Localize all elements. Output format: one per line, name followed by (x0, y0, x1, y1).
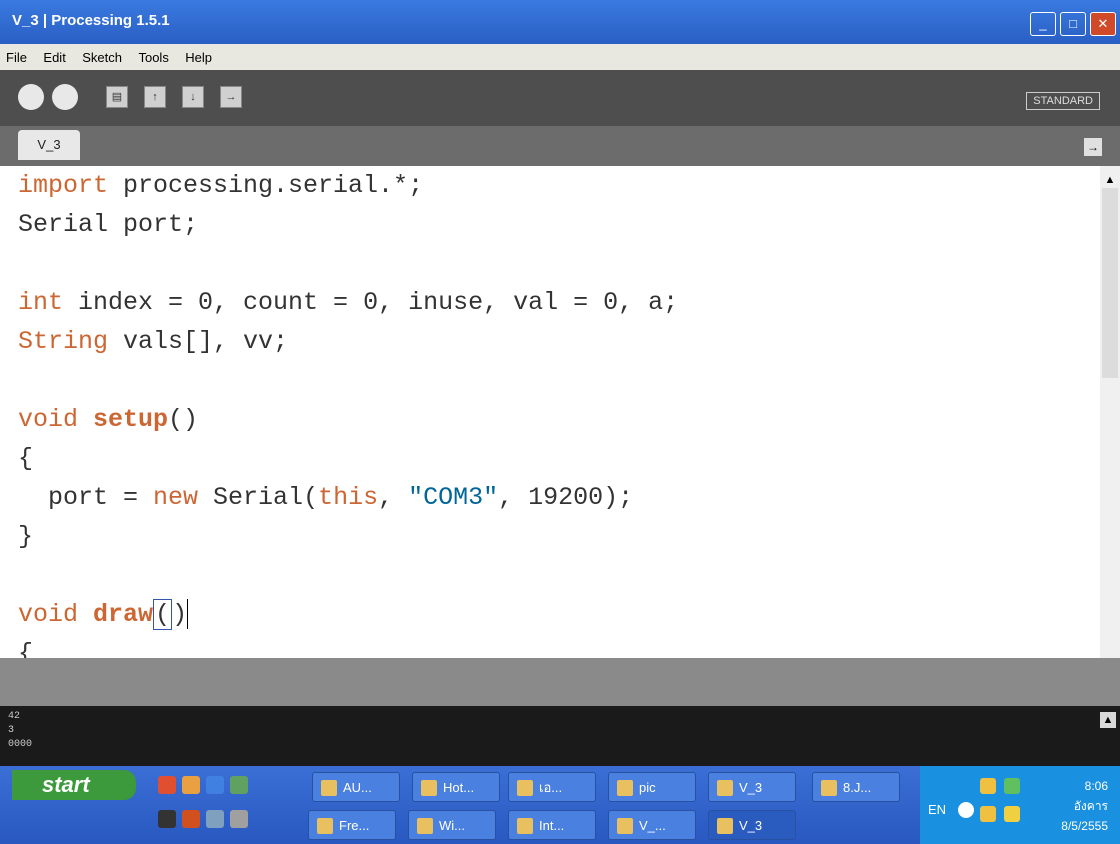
folder-icon (617, 780, 633, 796)
kw-import: import (18, 171, 109, 200)
stop-button[interactable] (52, 84, 78, 110)
menu-help[interactable]: Help (179, 44, 218, 65)
taskbar-item[interactable]: 8.J... (812, 772, 900, 802)
run-button[interactable] (18, 84, 44, 110)
media-icon[interactable] (230, 810, 248, 828)
code-editor[interactable]: import processing.serial.*; Serial port;… (0, 166, 1120, 668)
tab-bar: V_3 → (0, 126, 1120, 166)
paint-icon[interactable] (206, 810, 224, 828)
folder-icon[interactable] (182, 776, 200, 794)
connection-icon[interactable] (980, 806, 996, 822)
network-icon (517, 818, 533, 834)
code-line-7: void setup() (18, 405, 199, 434)
scroll-thumb[interactable] (1102, 188, 1118, 378)
taskbar-item[interactable]: Wi... (408, 810, 496, 840)
menu-sketch[interactable]: Sketch (76, 44, 128, 65)
minimize-button[interactable]: _ (1030, 12, 1056, 36)
clock-date: 8/5/2555 (1061, 819, 1108, 833)
document-icon (517, 780, 533, 796)
window-title: V_3 | Processing 1.5.1 (12, 12, 170, 29)
ie-icon (321, 780, 337, 796)
chrome-icon[interactable] (158, 776, 176, 794)
menu-bar: File Edit Sketch Tools Help (0, 44, 1120, 70)
taskbar-item-active[interactable]: V_3 (708, 810, 796, 840)
text-cursor (187, 599, 189, 630)
close-button[interactable]: ✕ (1090, 12, 1116, 36)
console-scroll-up-icon[interactable]: ▲ (1100, 712, 1116, 728)
title-bar: V_3 | Processing 1.5.1 _ □ ✕ (0, 0, 1120, 44)
taskbar-item[interactable]: Hot... (412, 772, 500, 802)
save-icon[interactable]: ↓ (182, 86, 204, 108)
quick-launch-icon[interactable] (158, 810, 176, 828)
taskbar-item[interactable]: AU... (312, 772, 400, 802)
menu-file[interactable]: File (0, 44, 33, 65)
processing-icon (717, 818, 733, 834)
code-line-9: port = new Serial(this, "COM3", 19200); (18, 483, 634, 512)
console-line: 42 (8, 711, 21, 722)
code-line-8: { (18, 444, 34, 473)
message-area (0, 658, 1120, 706)
export-icon[interactable]: → (220, 86, 242, 108)
mode-selector[interactable]: STANDARD (1026, 92, 1100, 110)
chevron-left-icon[interactable] (958, 802, 974, 818)
code-line-2: Serial port; (18, 210, 199, 239)
taskbar-item[interactable]: Fre... (308, 810, 396, 840)
clock[interactable]: 8:06 อังคาร 8/5/2555 (1061, 776, 1108, 836)
taskbar-item[interactable]: Int... (508, 810, 596, 840)
picture-icon (417, 818, 433, 834)
taskbar: start AU... Hot... เอ... pic V_3 8.J... … (0, 766, 1120, 844)
code-line-4: int index = 0, count = 0, inuse, val = 0… (18, 288, 679, 317)
image-icon (821, 780, 837, 796)
security-icon[interactable] (1004, 778, 1020, 794)
menu-edit[interactable]: Edit (37, 44, 71, 65)
system-tray: EN 8:06 อังคาร 8/5/2555 (920, 766, 1120, 844)
ie-icon (421, 780, 437, 796)
scroll-up-icon[interactable]: ▲ (1102, 174, 1118, 188)
language-indicator[interactable]: EN (928, 802, 946, 817)
warning-icon[interactable] (1004, 806, 1020, 822)
taskbar-item[interactable]: V_... (608, 810, 696, 840)
console-line: 0000 (8, 739, 33, 750)
new-icon[interactable]: ▤ (106, 86, 128, 108)
ie-icon[interactable] (206, 776, 224, 794)
code-line-10: } (18, 522, 34, 551)
acrobat-icon[interactable] (182, 810, 200, 828)
clock-time: 8:06 (1084, 779, 1108, 793)
open-icon[interactable]: ↑ (144, 86, 166, 108)
taskbar-item[interactable]: เอ... (508, 772, 596, 802)
code-line-1: import processing.serial.*; (18, 171, 424, 200)
tab-v3[interactable]: V_3 (18, 130, 80, 160)
code-text[interactable]: import processing.serial.*; Serial port;… (18, 166, 678, 673)
network-icon[interactable] (230, 776, 248, 794)
maximize-button[interactable]: □ (1060, 12, 1086, 36)
folder-icon (717, 780, 733, 796)
menu-tools[interactable]: Tools (132, 44, 174, 65)
clock-day: อังคาร (1073, 799, 1108, 813)
code-line-12: void draw() (18, 599, 189, 630)
console-line: 3 (8, 725, 15, 736)
code-line-5: String vals[], vv; (18, 327, 289, 356)
taskbar-item[interactable]: pic (608, 772, 696, 802)
chrome-icon (317, 818, 333, 834)
network-icon[interactable] (980, 778, 996, 794)
console-output: 42 3 0000 (0, 706, 1120, 766)
processing-icon (617, 818, 633, 834)
taskbar-item[interactable]: V_3 (708, 772, 796, 802)
toolbar: ▤ ↑ ↓ → STANDARD (0, 70, 1120, 126)
start-button[interactable]: start (12, 770, 136, 800)
tab-menu-arrow-icon[interactable]: → (1084, 138, 1102, 156)
